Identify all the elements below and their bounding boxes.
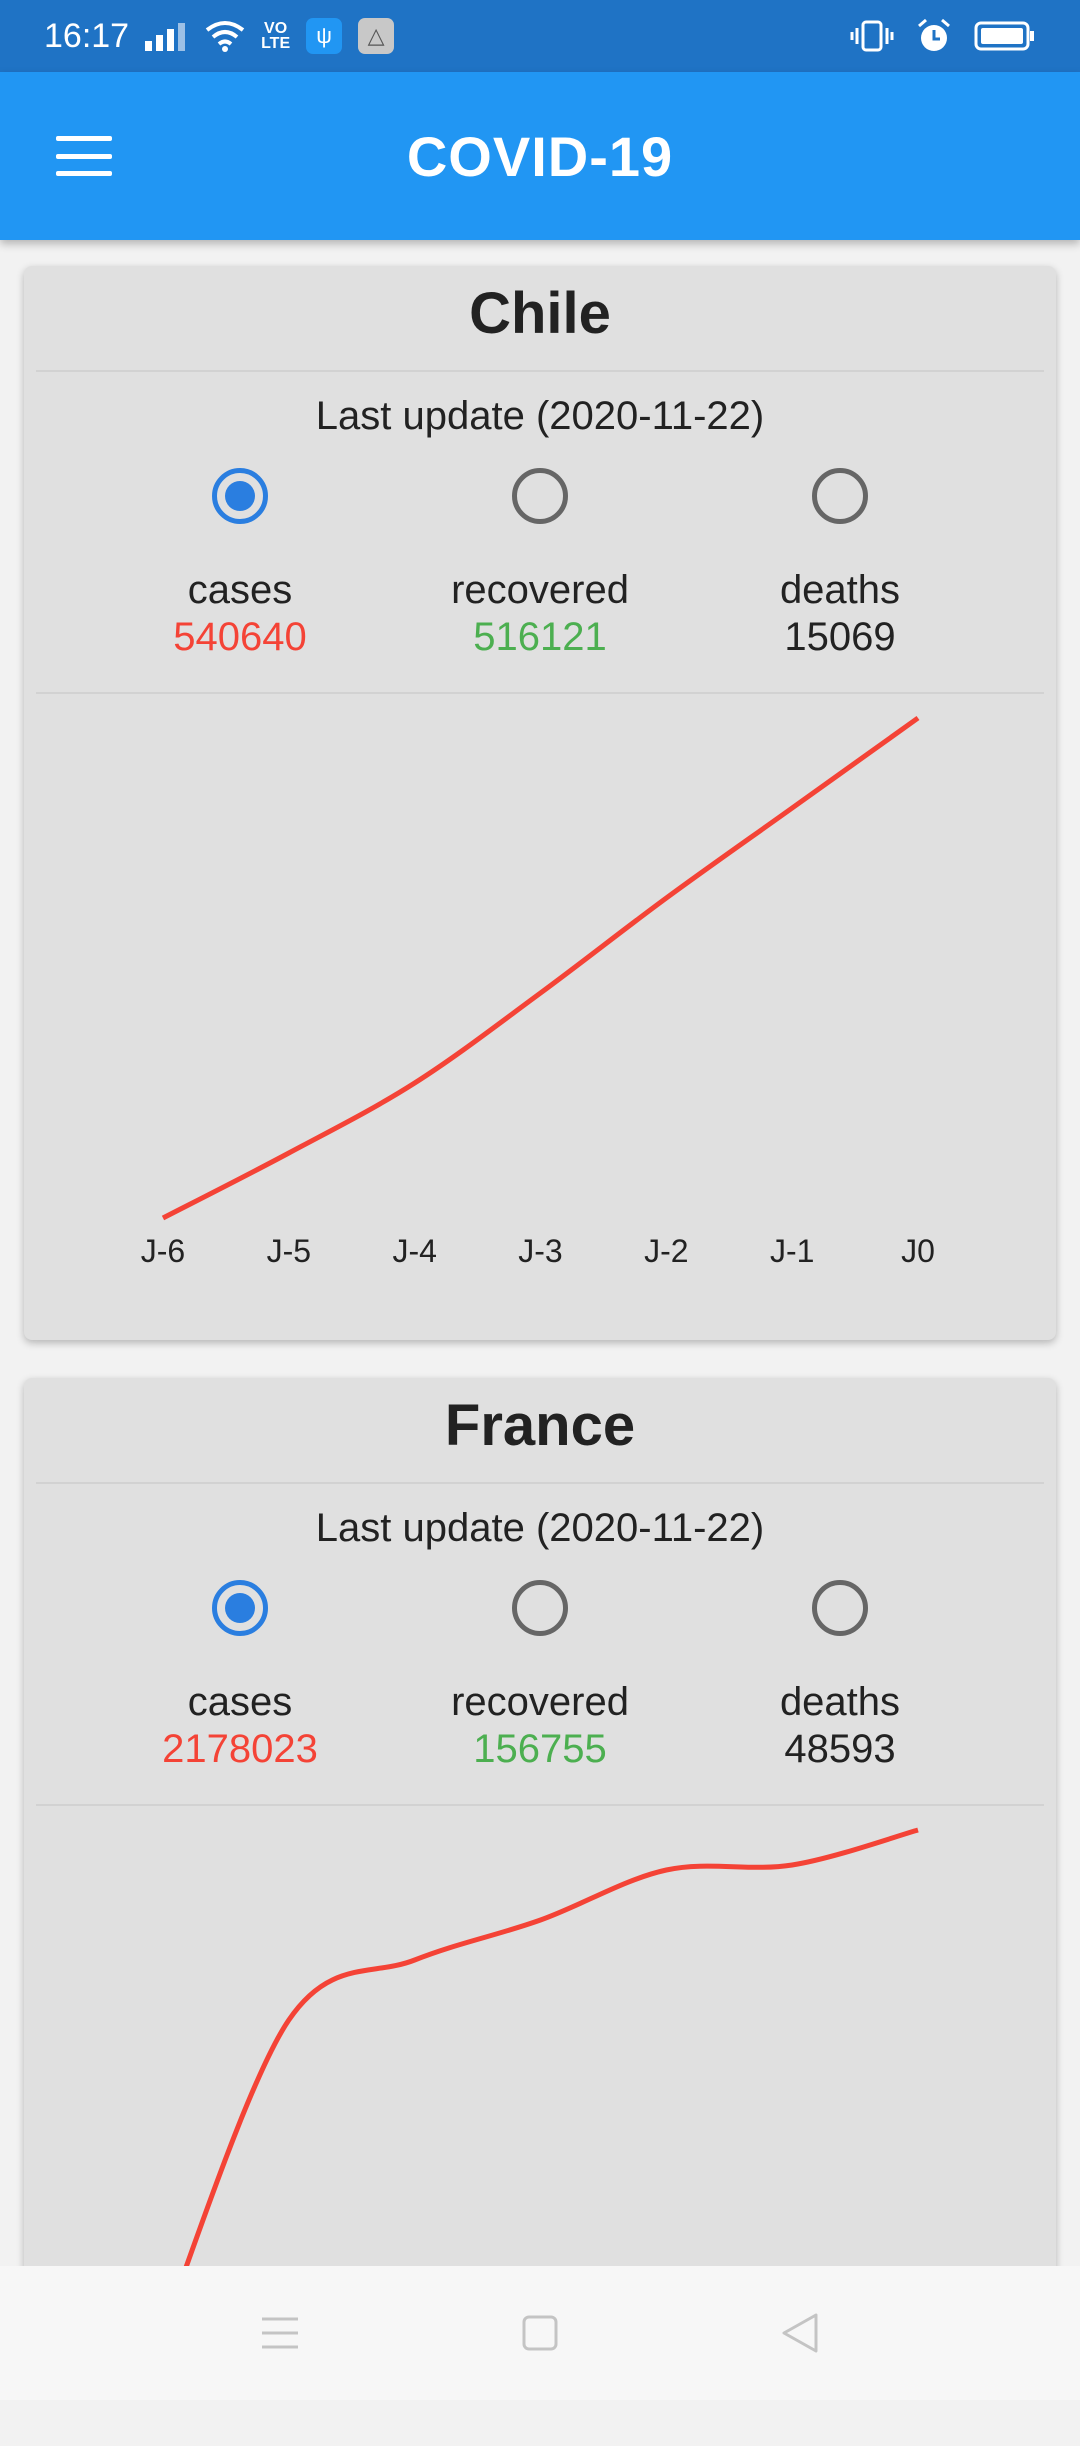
x-tick-label: J0 [901,1233,935,1269]
x-tick-label: J-5 [267,1233,311,1269]
deaths-value: 15069 [784,615,896,659]
option-recovered[interactable]: recovered 156755 [390,1574,690,1804]
option-label: cases [187,1680,293,1724]
option-label: recovered [451,1680,629,1724]
x-tick-label: J-2 [644,1233,688,1269]
app-notification-icon: △ [358,18,395,54]
stat-options: cases 540640 recovered 516121 deaths 150… [24,462,1056,692]
option-deaths[interactable]: deaths 48593 [690,1574,990,1804]
country-card-chile: Chile Last update (2020-11-22) cases 540… [24,266,1056,1340]
back-icon[interactable] [770,2303,830,2363]
vibrate-icon [850,20,894,52]
signal-icon [145,23,186,51]
volte-icon: VO LTE [261,20,291,52]
last-update-label: Last update (2020-11-22) [315,1506,765,1550]
menu-icon[interactable] [56,136,112,176]
x-tick-label: J-4 [392,1233,436,1269]
cases-value: 540640 [173,615,307,659]
deaths-value: 48593 [784,1727,896,1771]
alarm-icon [918,18,950,51]
last-update-label: Last update (2020-11-22) [315,394,765,438]
cases-value: 2178023 [162,1727,318,1771]
radio-cases[interactable] [212,1580,268,1636]
radio-recovered[interactable] [512,468,568,524]
option-deaths[interactable]: deaths 15069 [690,462,990,692]
line-chart-svg: J-6 J-5 J-4 J-3 J-2 J-1 J0 [141,715,935,1269]
option-cases[interactable]: cases 2178023 [90,1574,390,1804]
status-bar: 16:17 VO LTE ψ △ [0,0,1080,72]
home-icon[interactable] [510,2303,570,2363]
option-label: deaths [779,568,901,612]
option-label: recovered [451,568,629,612]
wifi-icon [205,21,245,52]
recovered-value: 156755 [473,1727,607,1771]
battery-icon [974,21,1034,51]
option-label: deaths [779,1680,901,1724]
app-bar: COVID-19 [0,72,1080,240]
radio-deaths[interactable] [812,1580,868,1636]
page-title: COVID-19 [406,124,674,188]
radio-cases[interactable] [212,468,268,524]
country-title: France [444,1393,636,1458]
recovered-value: 516121 [473,615,607,659]
x-tick-label: J-6 [141,1233,185,1269]
radio-recovered[interactable] [512,1580,568,1636]
recents-icon[interactable] [250,2303,310,2363]
usb-icon: ψ [306,18,343,54]
series-line-cases [160,1827,919,2331]
stat-options: cases 2178023 recovered 156755 deaths 48… [24,1574,1056,1804]
country-title: Chile [469,281,611,346]
x-tick-label: J-1 [770,1233,814,1269]
option-recovered[interactable]: recovered 516121 [390,462,690,692]
series-line-cases [161,715,920,1221]
option-label: cases [187,568,293,612]
option-cases[interactable]: cases 540640 [90,462,390,692]
radio-deaths[interactable] [812,468,868,524]
system-nav-bar [0,2266,1080,2400]
country-card-france: France Last update (2020-11-22) cases 21… [24,1378,1056,2381]
x-tick-label: J-3 [518,1233,562,1269]
cases-chart: J-6 J-5 J-4 J-3 J-2 J-1 J0 [24,694,1056,1334]
status-time: 16:17 [44,16,130,55]
